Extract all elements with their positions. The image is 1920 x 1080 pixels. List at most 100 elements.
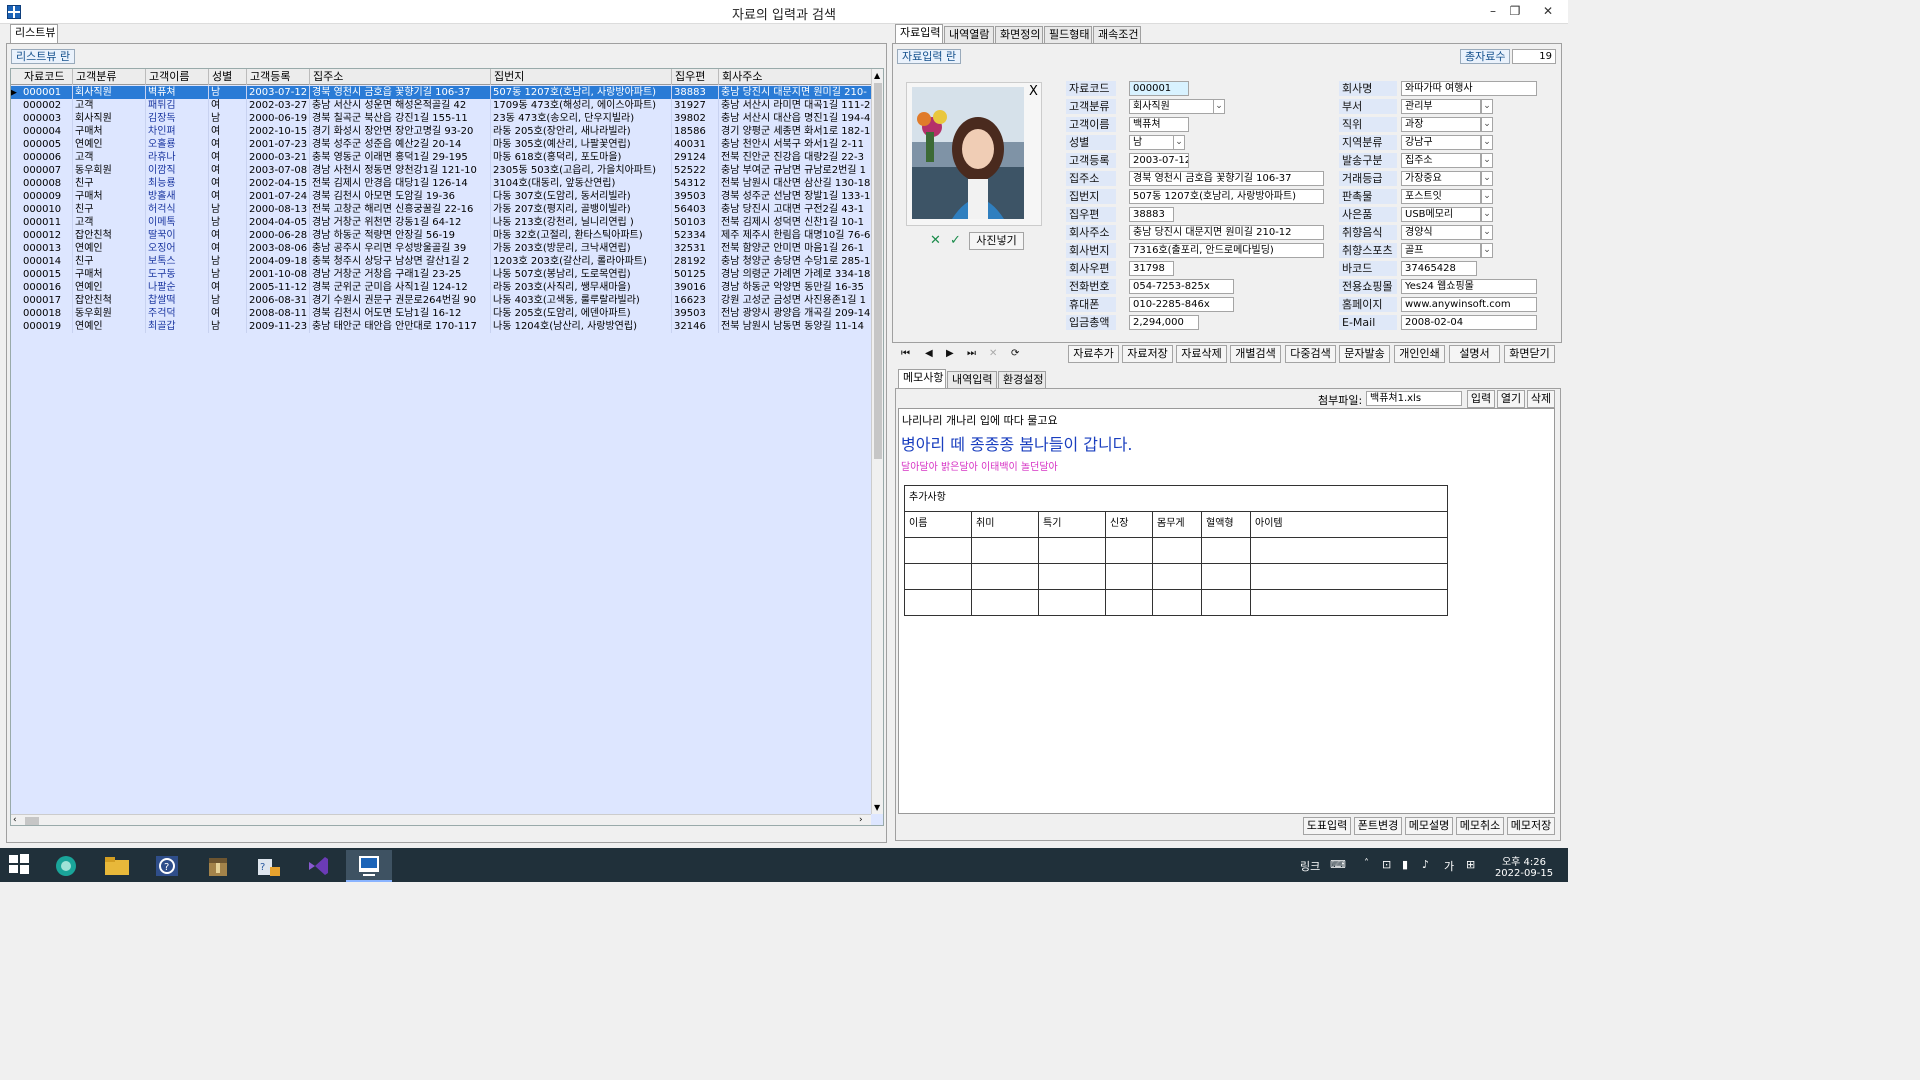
attach-input-button[interactable]: 입력 — [1467, 390, 1495, 408]
column-header[interactable]: 성별 — [209, 69, 247, 85]
field-input[interactable]: 강남구 — [1401, 135, 1481, 150]
table-row[interactable]: 000011 고객 이메톡 남 2004-04-05 경남 거창군 위천면 강동1길 64… — [11, 216, 879, 229]
memo-table-cell[interactable] — [1039, 538, 1106, 563]
browser-icon[interactable] — [54, 855, 78, 877]
field-input[interactable]: 054-7253-825x — [1129, 279, 1234, 294]
table-row[interactable]: 000008 친구 최능룡 여 2002-04-15 전북 김제시 만경읍 대당1길 12… — [11, 177, 879, 190]
table-row[interactable]: 000005 연예인 오홀룡 여 2001-07-23 경북 성주군 성준읍 예산2길 2… — [11, 138, 879, 151]
memo-cancel-button[interactable]: 메모취소 — [1456, 817, 1504, 835]
table-row[interactable]: 000014 친구 보톡스 남 2004-09-18 충북 청주시 상당구 남상면 갈산1… — [11, 255, 879, 268]
memo-table-cell[interactable] — [905, 538, 972, 563]
tab-history[interactable]: 내역열람 — [944, 26, 994, 44]
close-button[interactable]: ✕ — [1536, 2, 1560, 20]
archive-app-icon[interactable] — [206, 855, 230, 877]
memo-table-cell[interactable] — [1039, 564, 1106, 589]
scroll-down-icon[interactable]: ▼ — [874, 803, 880, 812]
ime-mode-icon[interactable]: ⊞ — [1466, 858, 1475, 871]
photo-close-icon[interactable]: X — [1029, 84, 1038, 99]
table-row[interactable]: 000013 연예인 오징어 여 2003-08-06 충남 공주시 우리면 우성방울골길… — [11, 242, 879, 255]
chevron-down-icon[interactable]: ⌄ — [1481, 243, 1493, 258]
chevron-down-icon[interactable]: ⌄ — [1173, 135, 1185, 150]
memo-table-cell[interactable] — [1106, 564, 1153, 589]
field-input[interactable]: www.anywinsoft.com — [1401, 297, 1537, 312]
attach-delete-button[interactable]: 삭제 — [1527, 390, 1555, 408]
memo-table-cell[interactable] — [1106, 538, 1153, 563]
tab-screen-def[interactable]: 화면정의 — [995, 26, 1043, 44]
field-input[interactable]: 31798 — [1129, 261, 1174, 276]
minimize-button[interactable]: – — [1481, 2, 1505, 20]
chevron-down-icon[interactable]: ⌄ — [1481, 117, 1493, 132]
font-change-button[interactable]: 폰트변경 — [1354, 817, 1402, 835]
table-row[interactable]: 000018 동우회원 주걱덕 여 2008-08-11 경북 김천시 어도면 도남1길 … — [11, 307, 879, 320]
field-input[interactable]: 7316호(출포리, 안드로메다빌딩) — [1129, 243, 1324, 258]
field-input[interactable]: 골프 — [1401, 243, 1481, 258]
tray-up-icon[interactable]: ˄ — [1364, 858, 1369, 869]
memo-table-cell[interactable] — [1153, 590, 1202, 615]
memo-help-button[interactable]: 메모설명 — [1405, 817, 1453, 835]
field-input[interactable]: 포스트잇 — [1401, 189, 1481, 204]
windows-start-icon[interactable] — [8, 853, 32, 877]
memo-table-cell[interactable] — [1202, 564, 1251, 589]
field-input[interactable]: 충남 당진시 대문지면 원미길 210-12 — [1129, 225, 1324, 240]
chevron-down-icon[interactable]: ⌄ — [1481, 99, 1493, 114]
single-search-button[interactable]: 개별검색 — [1230, 345, 1281, 363]
add-record-button[interactable]: 자료추가 — [1068, 345, 1119, 363]
table-row[interactable]: 000019 연예인 최골갑 남 2009-11-23 충남 태안군 태안읍 안만대로 1… — [11, 320, 879, 333]
memo-table-row[interactable] — [905, 538, 1447, 564]
column-header[interactable]: 자료코드 — [21, 69, 73, 85]
memo-table-cell[interactable] — [1039, 590, 1106, 615]
memo-table-cell[interactable] — [972, 590, 1039, 615]
chevron-down-icon[interactable]: ⌄ — [1481, 225, 1493, 240]
table-row[interactable]: 000015 구매처 도구동 남 2001-10-08 경남 거창군 거창읍 구래1길 2… — [11, 268, 879, 281]
memo-table-cell[interactable] — [1251, 590, 1447, 615]
clock[interactable]: 오후 4:26 2022-09-15 — [1494, 853, 1554, 879]
taskbar-link-label[interactable]: 링크 — [1300, 858, 1320, 874]
multi-search-button[interactable]: 다중검색 — [1285, 345, 1336, 363]
field-input[interactable]: 와따가따 여행사 — [1401, 81, 1537, 96]
table-row[interactable]: ▶ 000001 회사직원 벽퓨쳐 남 2003-07-12 경북 영천시 금호읍 꽃향기길… — [11, 86, 879, 99]
help-tool-icon[interactable]: ? — [256, 855, 280, 877]
field-input[interactable]: 관리부 — [1401, 99, 1481, 114]
memo-save-button[interactable]: 메모저장 — [1507, 817, 1555, 835]
field-input[interactable]: 경북 영천시 금호읍 꽃향기길 106-37 — [1129, 171, 1324, 186]
memo-table-row[interactable] — [905, 590, 1447, 616]
volume-icon[interactable]: ♪ — [1422, 858, 1429, 871]
cancel-icon[interactable]: ✕ — [930, 233, 941, 248]
table-row[interactable]: 000017 잡안친척 찹쌀떡 남 2006-08-31 경기 수원시 권문구 권문로26… — [11, 294, 879, 307]
add-photo-button[interactable]: 사진넣기 — [969, 232, 1024, 250]
column-header[interactable]: 집우편 — [672, 69, 719, 85]
table-row[interactable]: 000010 친구 허걱식 남 2000-08-13 전북 고창군 해리면 신흥궁꿀길 2… — [11, 203, 879, 216]
tab-data-entry[interactable]: 자료입력 — [895, 24, 943, 44]
field-input[interactable]: 가장중요 — [1401, 171, 1481, 186]
field-input[interactable]: 집주소 — [1401, 153, 1481, 168]
active-app-taskbar-button[interactable] — [346, 850, 392, 882]
field-input[interactable]: 38883 — [1129, 207, 1174, 222]
ime-indicator[interactable]: 가 — [1444, 858, 1454, 874]
help-app-icon[interactable]: ? — [155, 855, 179, 877]
memo-table-cell[interactable] — [972, 538, 1039, 563]
prev-record-icon[interactable]: ◀ — [925, 348, 933, 359]
field-input[interactable]: 010-2285-846x — [1129, 297, 1234, 312]
column-header[interactable]: 고객이름 — [146, 69, 209, 85]
table-row[interactable]: 000009 구매처 방홀새 여 2001-07-24 경북 김천시 아모면 도암길 19… — [11, 190, 879, 203]
table-row[interactable]: 000002 고객 패튀김 여 2002-03-27 충남 서산시 성운면 해성온적골길 … — [11, 99, 879, 112]
tab-condition[interactable]: 괘속조건 — [1093, 26, 1141, 44]
field-input[interactable]: 2,294,000 — [1129, 315, 1199, 330]
table-row[interactable]: 000012 잡안친척 딸꾹이 여 2000-06-28 경남 하동군 적량면 안장길 5… — [11, 229, 879, 242]
field-input[interactable]: Yes24 웹쇼핑몰 — [1401, 279, 1537, 294]
table-row[interactable]: 000016 연예인 나팔순 여 2005-11-12 경북 군위군 군미읍 사직1길 1… — [11, 281, 879, 294]
scroll-left-icon[interactable]: ‹ — [13, 815, 17, 825]
visual-studio-icon[interactable] — [306, 855, 330, 877]
field-input[interactable]: 000001 — [1129, 81, 1189, 96]
chevron-down-icon[interactable]: ⌄ — [1213, 99, 1225, 114]
chart-input-button[interactable]: 도표입력 — [1303, 817, 1351, 835]
manual-button[interactable]: 설명서 — [1449, 345, 1500, 363]
field-input[interactable]: 2008-02-04 — [1401, 315, 1537, 330]
maximize-button[interactable]: ❐ — [1503, 2, 1527, 20]
table-row[interactable]: 000006 고객 라휴나 여 2000-03-21 충북 영동군 이래면 홍덕1길 29… — [11, 151, 879, 164]
field-input[interactable]: 경양식 — [1401, 225, 1481, 240]
file-explorer-icon[interactable] — [104, 855, 129, 877]
memo-table-cell[interactable] — [1153, 564, 1202, 589]
column-header[interactable]: 고객등록 — [247, 69, 310, 85]
print-button[interactable]: 개인인쇄 — [1394, 345, 1445, 363]
